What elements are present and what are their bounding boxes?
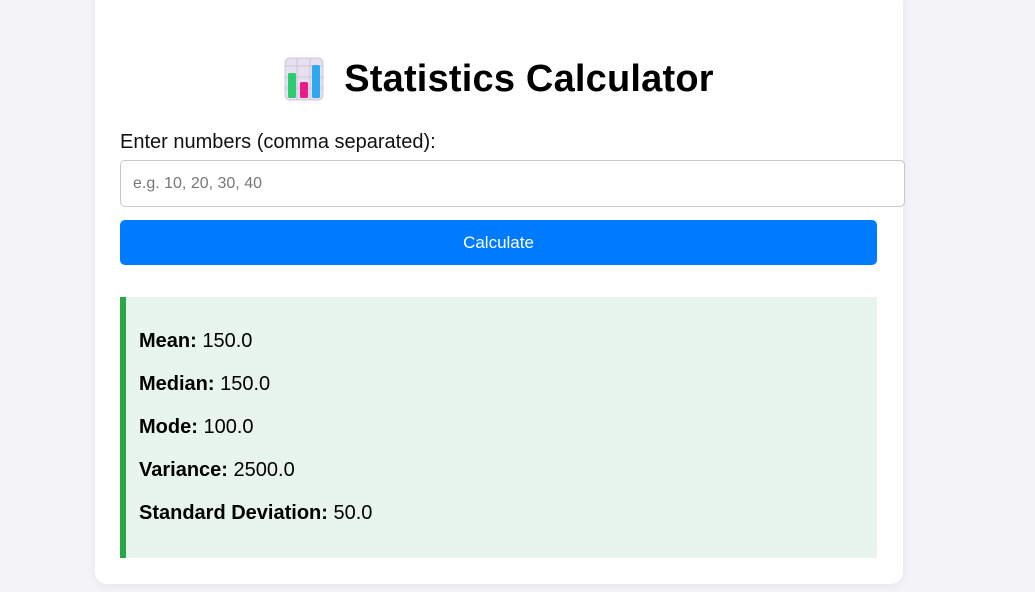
mode-label: Mode: — [139, 416, 198, 438]
page-header: Statistics Calculator — [95, 57, 903, 101]
calculator-card: Statistics Calculator Enter numbers (com… — [95, 0, 905, 584]
mean-result: Mean: 150.0 — [139, 318, 877, 361]
std-deviation-value: 50.0 — [333, 502, 373, 524]
mean-label: Mean: — [139, 330, 197, 352]
variance-value: 2500.0 — [233, 459, 295, 481]
numbers-input[interactable] — [120, 160, 905, 207]
median-value: 150.0 — [220, 373, 271, 395]
page-title: Statistics Calculator — [344, 57, 714, 100]
mode-result: Mode: 100.0 — [139, 404, 877, 447]
variance-label: Variance: — [139, 459, 228, 481]
bar-chart-icon — [284, 57, 324, 101]
mode-value: 100.0 — [203, 416, 254, 438]
std-deviation-label: Standard Deviation: — [139, 502, 328, 524]
median-result: Median: 150.0 — [139, 361, 877, 404]
calculate-button[interactable]: Calculate — [120, 220, 877, 265]
std-deviation-result: Standard Deviation: 50.0 — [139, 490, 877, 533]
variance-result: Variance: 2500.0 — [139, 447, 877, 490]
mean-value: 150.0 — [202, 330, 253, 352]
results-panel: Mean: 150.0 Median: 150.0 Mode: 100.0 Va… — [120, 297, 877, 558]
median-label: Median: — [139, 373, 215, 395]
numbers-input-label: Enter numbers (comma separated): — [120, 131, 436, 153]
